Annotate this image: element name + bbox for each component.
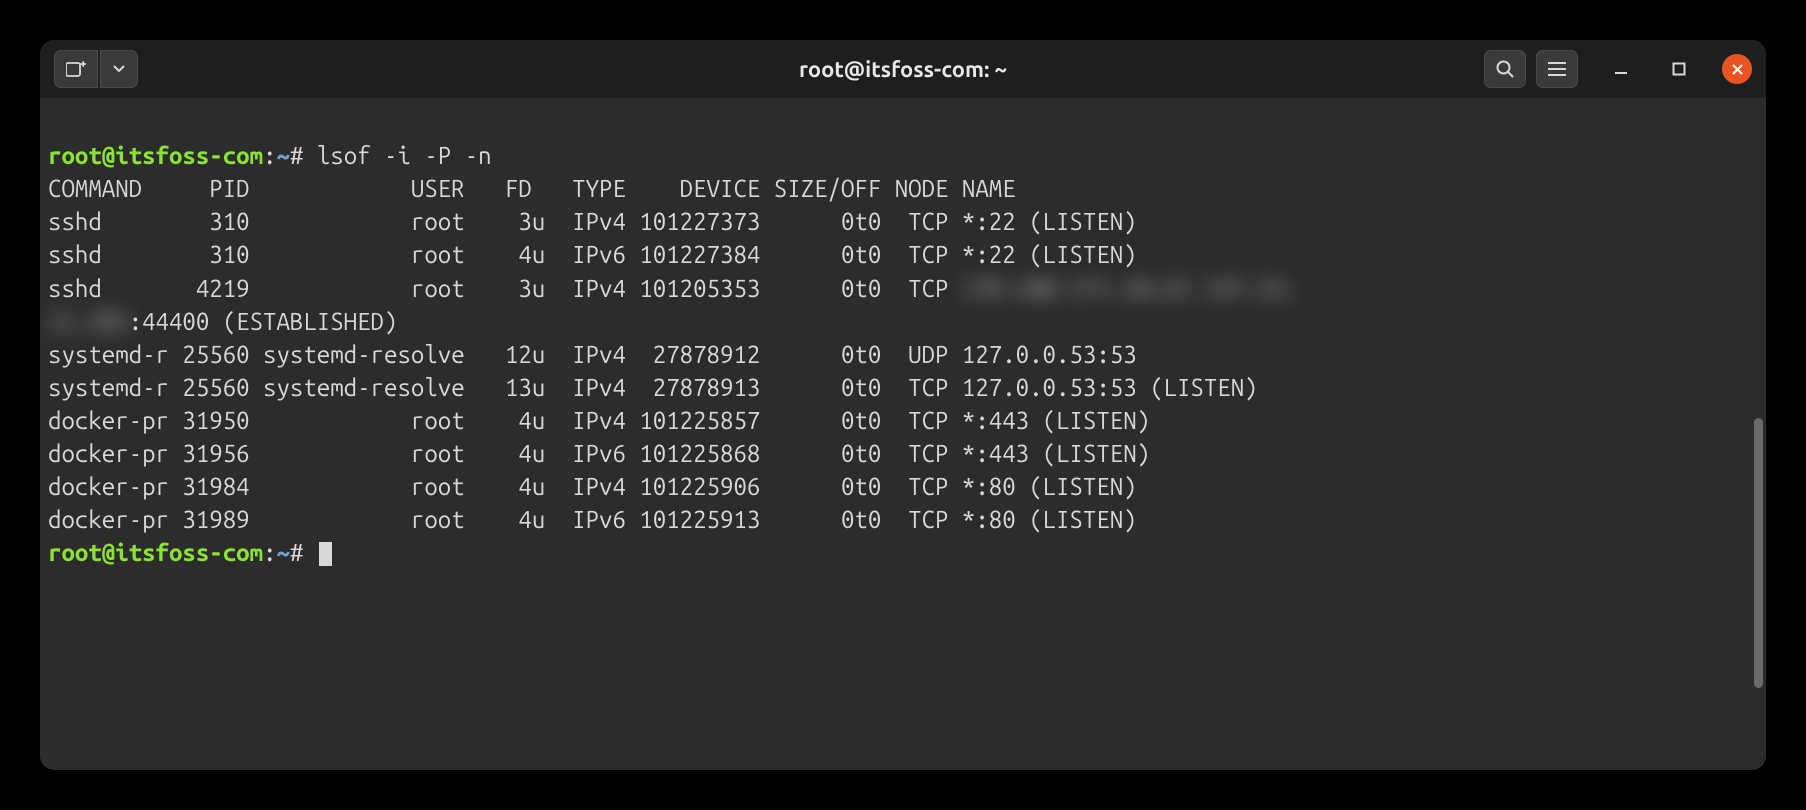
output-row: docker-pr 31989 root 4u IPv6 101225913 0… xyxy=(48,506,1137,533)
prompt-line-2: root@itsfoss-com:~# xyxy=(48,539,332,566)
close-icon xyxy=(1731,63,1744,76)
output-row: docker-pr 31956 root 4u IPv6 101225868 0… xyxy=(48,440,1150,467)
output-row-redacted: sshd 4219 root 3u IPv4 101205353 0t0 TCP… xyxy=(48,275,1298,302)
terminal-window: root@itsfoss-com: ~ xyxy=(40,40,1766,770)
output-row: sshd 310 root 3u IPv4 101227373 0t0 TCP … xyxy=(48,208,1137,235)
output-row: docker-pr 31984 root 4u IPv4 101225906 0… xyxy=(48,473,1137,500)
prompt-sep: : xyxy=(263,539,276,566)
output-row: sshd 310 root 4u IPv6 101227384 0t0 TCP … xyxy=(48,241,1137,268)
prompt-user: root@itsfoss-com xyxy=(48,142,263,169)
output-row-redacted: 11.203:44400 (ESTABLISHED) xyxy=(48,308,397,335)
redacted-text: 11.203 xyxy=(48,308,129,335)
row-visible: sshd 4219 root 3u IPv4 101205353 0t0 TCP xyxy=(48,275,962,302)
command-text: lsof -i -P -n xyxy=(317,142,492,169)
search-button[interactable] xyxy=(1484,50,1526,88)
maximize-button[interactable] xyxy=(1664,54,1694,84)
tab-dropdown-button[interactable] xyxy=(100,50,138,88)
scrollbar-thumb[interactable] xyxy=(1754,418,1763,688)
window-controls xyxy=(1606,54,1752,84)
titlebar: root@itsfoss-com: ~ xyxy=(40,40,1766,98)
titlebar-right-group xyxy=(1484,50,1752,88)
new-tab-button[interactable] xyxy=(54,50,98,88)
prompt-dollar: # xyxy=(290,539,303,566)
output-row: docker-pr 31950 root 4u IPv4 101225857 0… xyxy=(48,407,1150,434)
redacted-text: 170.100.171.10:22 147.23. xyxy=(962,275,1298,302)
prompt-line-1: root@itsfoss-com:~# lsof -i -P -n xyxy=(48,142,492,169)
output-row: systemd-r 25560 systemd-resolve 12u IPv4… xyxy=(48,341,1137,368)
search-icon xyxy=(1495,59,1515,79)
output-header: COMMAND PID USER FD TYPE DEVICE SIZE/OFF… xyxy=(48,175,1016,202)
minimize-button[interactable] xyxy=(1606,54,1636,84)
prompt-path: ~ xyxy=(277,142,290,169)
prompt-user: root@itsfoss-com xyxy=(48,539,263,566)
new-tab-icon xyxy=(66,60,86,78)
menu-button[interactable] xyxy=(1536,50,1578,88)
prompt-dollar: # xyxy=(290,142,303,169)
output-row: systemd-r 25560 systemd-resolve 13u IPv4… xyxy=(48,374,1258,401)
prompt-path: ~ xyxy=(277,539,290,566)
cursor xyxy=(319,542,332,566)
row-visible: :44400 (ESTABLISHED) xyxy=(129,308,398,335)
minimize-icon xyxy=(1613,61,1629,77)
prompt-sep: : xyxy=(263,142,276,169)
chevron-down-icon xyxy=(112,64,126,74)
maximize-icon xyxy=(1672,62,1686,76)
terminal-body[interactable]: root@itsfoss-com:~# lsof -i -P -n COMMAN… xyxy=(40,98,1766,770)
window-title: root@itsfoss-com: ~ xyxy=(799,57,1007,82)
close-button[interactable] xyxy=(1722,54,1752,84)
titlebar-left-group xyxy=(54,50,138,88)
hamburger-icon xyxy=(1548,62,1566,76)
